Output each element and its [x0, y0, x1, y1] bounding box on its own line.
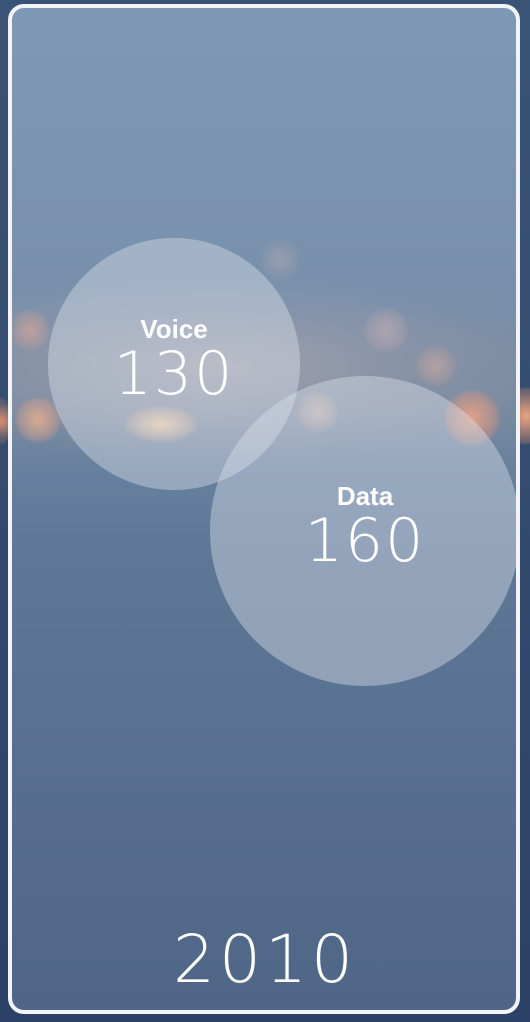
bokeh-light — [16, 398, 60, 442]
data-value: 160 — [304, 506, 426, 576]
bokeh-light — [416, 346, 456, 386]
year-label: 2010 — [173, 921, 357, 998]
bokeh-light — [364, 308, 408, 352]
bokeh-light — [258, 238, 302, 282]
voice-value: 130 — [113, 339, 235, 409]
bokeh-light — [12, 308, 48, 352]
data-bubble[interactable]: Data 160 — [210, 376, 516, 686]
stat-card[interactable]: Voice 130 Data 160 — [8, 4, 520, 1014]
page: Voice 130 Data 160 2010 — [0, 0, 530, 1022]
